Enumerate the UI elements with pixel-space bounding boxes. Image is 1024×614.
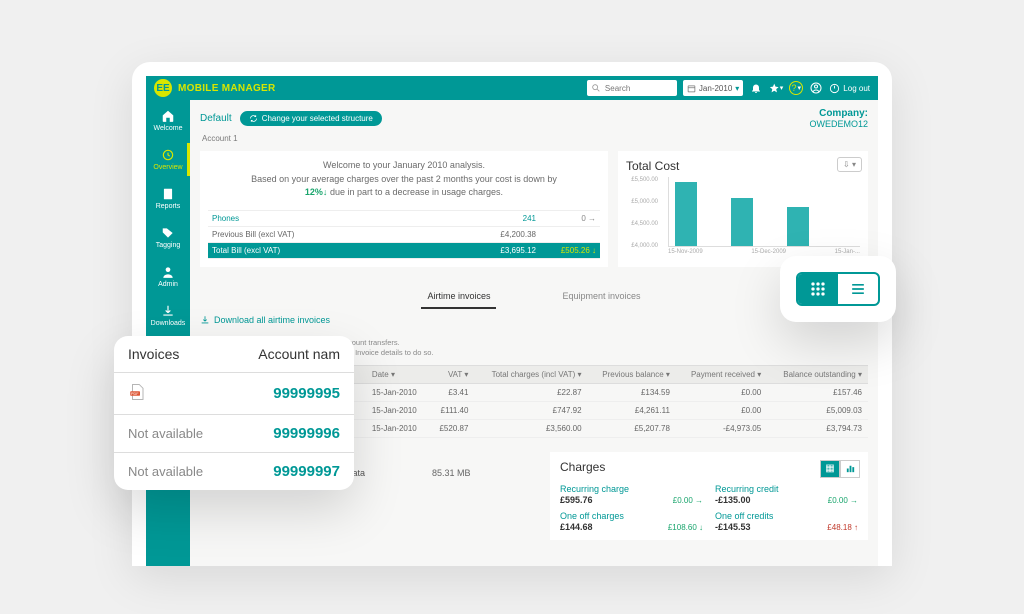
col-prev[interactable]: Previous balance ▾ <box>588 365 676 383</box>
caret-down-icon: ▾ <box>735 84 739 93</box>
company-label: Company: OWEDEMO12 <box>809 108 868 129</box>
popover-col-account: Account nam <box>258 346 340 362</box>
chart-bar <box>787 207 809 246</box>
bell-icon[interactable] <box>749 81 763 95</box>
chart-bar <box>731 198 753 246</box>
download-icon <box>200 315 210 325</box>
list-item[interactable]: Not available99999996 <box>114 414 354 452</box>
col-total[interactable]: Total charges (incl VAT) ▾ <box>474 365 587 383</box>
invoice-tabs: Airtime invoices Equipment invoices <box>200 285 868 309</box>
view-grid-button[interactable] <box>798 274 838 304</box>
sidebar-item-overview[interactable]: Overview <box>146 143 190 176</box>
charges-grid-view[interactable]: ▦ <box>820 460 840 478</box>
charges-bar-view[interactable] <box>840 460 860 478</box>
change-structure-button[interactable]: Change your selected structure <box>240 111 382 126</box>
search-input[interactable]: Search <box>587 80 677 96</box>
col-payment[interactable]: Payment received ▾ <box>676 365 767 383</box>
popover-col-invoices: Invoices <box>128 346 258 362</box>
calendar-icon <box>687 84 696 93</box>
chart-bars <box>668 177 860 247</box>
main-content: Default Change your selected structure C… <box>190 100 878 566</box>
logout-button[interactable]: Log out <box>829 83 870 94</box>
brand-logo: EE <box>154 79 172 97</box>
screen: EE MOBILE MANAGER Search Jan-2010 ▾ ▾ ?▾… <box>146 76 878 566</box>
charges-panel: Charges ▦ Recurring charge£595.76£0.00 →… <box>550 452 868 540</box>
sidebar: Welcome Overview Reports Tagging Admin D… <box>146 100 190 566</box>
summary-table: Phones2410 → Previous Bill (excl VAT)£4,… <box>208 210 600 259</box>
view-list-button[interactable] <box>838 274 878 304</box>
col-date[interactable]: Date ▾ <box>366 365 429 383</box>
tab-equipment[interactable]: Equipment invoices <box>556 285 646 309</box>
user-icon[interactable] <box>809 81 823 95</box>
sidebar-item-reports[interactable]: Reports <box>146 182 190 215</box>
list-item[interactable]: PDF 99999995 <box>114 372 354 414</box>
search-placeholder: Search <box>605 84 630 93</box>
view-toggle-popover <box>780 256 896 322</box>
col-vat[interactable]: VAT ▾ <box>429 365 474 383</box>
tab-airtime[interactable]: Airtime invoices <box>421 285 496 309</box>
pdf-icon[interactable]: PDF <box>128 383 273 404</box>
list-item[interactable]: Not available99999997 <box>114 452 354 490</box>
chart-title: Total Cost <box>626 159 860 173</box>
invoices-popover: InvoicesAccount nam PDF 99999995 Not ava… <box>114 336 354 490</box>
charges-title: Charges <box>560 460 858 474</box>
refresh-icon <box>249 114 258 123</box>
svg-text:PDF: PDF <box>131 392 139 396</box>
download-all-link[interactable]: Download all airtime invoices <box>200 315 330 325</box>
analysis-panel: Welcome to your January 2010 analysis. B… <box>200 151 608 267</box>
sidebar-item-welcome[interactable]: Welcome <box>146 104 190 137</box>
col-balance[interactable]: Balance outstanding ▾ <box>767 365 868 383</box>
app-title: MOBILE MANAGER <box>178 83 581 94</box>
chart-download-button[interactable]: ⇩ ▾ <box>837 157 862 172</box>
total-cost-chart: Total Cost ⇩ ▾ £5,500.00 £5,000.00 £4,50… <box>618 151 868 267</box>
account-label: Account 1 <box>202 134 868 143</box>
search-icon <box>591 83 601 93</box>
sidebar-item-downloads[interactable]: Downloads <box>146 299 190 332</box>
date-selector[interactable]: Jan-2010 ▾ <box>683 80 743 96</box>
sidebar-item-tagging[interactable]: Tagging <box>146 221 190 254</box>
help-icon[interactable]: ?▾ <box>789 81 803 95</box>
sidebar-item-admin[interactable]: Admin <box>146 260 190 293</box>
breadcrumb: Default <box>200 113 232 124</box>
star-icon[interactable]: ▾ <box>769 81 783 95</box>
chart-bar <box>675 182 697 246</box>
top-bar: EE MOBILE MANAGER Search Jan-2010 ▾ ▾ ?▾… <box>146 76 878 100</box>
